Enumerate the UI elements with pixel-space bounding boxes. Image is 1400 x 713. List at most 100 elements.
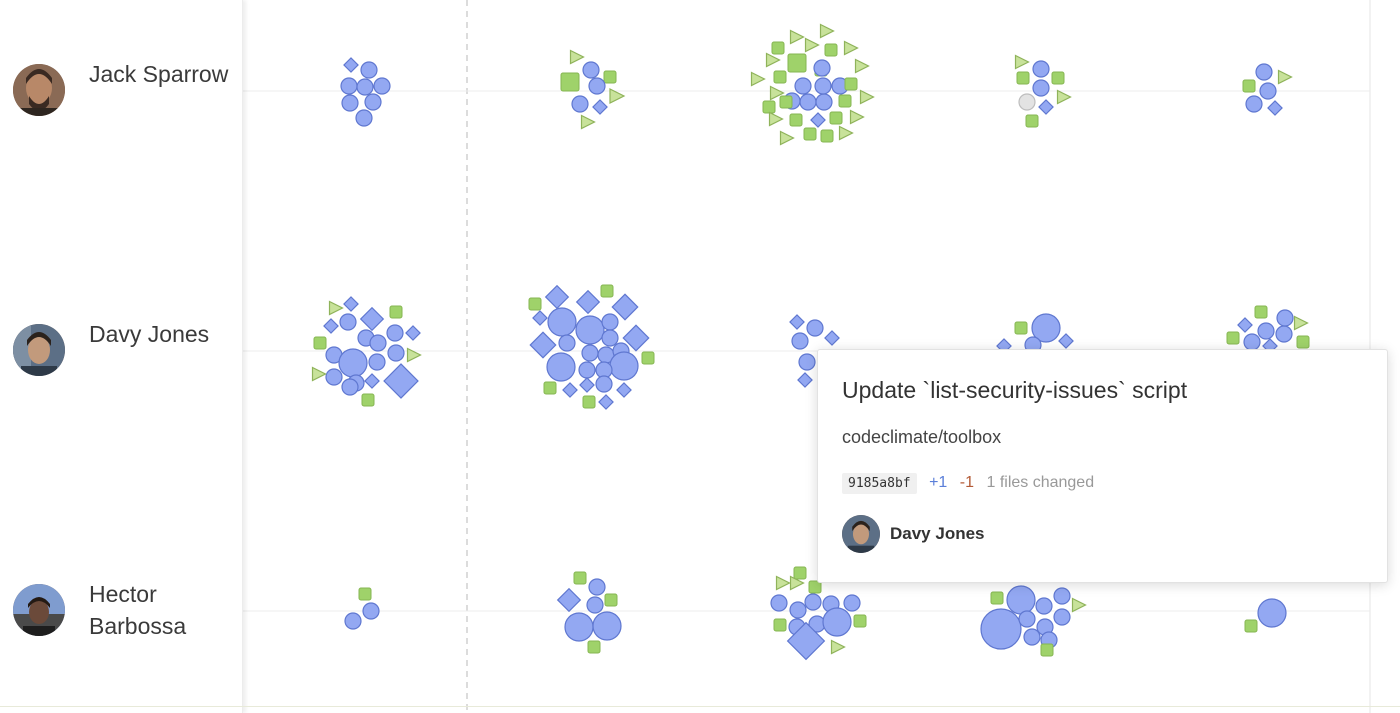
commit-circle[interactable]	[770, 594, 788, 612]
commit-circle[interactable]	[564, 612, 594, 642]
commit-diamond[interactable]	[616, 382, 632, 398]
commit-circle[interactable]	[1018, 610, 1036, 628]
commit-diamond[interactable]	[592, 99, 608, 115]
commit-square[interactable]	[803, 127, 817, 141]
commit-triangle[interactable]	[328, 300, 344, 316]
commit-triangle[interactable]	[775, 575, 791, 591]
commit-circle[interactable]	[794, 77, 812, 95]
commit-circle[interactable]	[588, 578, 606, 596]
commit-triangle[interactable]	[1056, 89, 1072, 105]
commit-diamond[interactable]	[556, 587, 582, 613]
commit-triangle[interactable]	[843, 40, 859, 56]
commit-square[interactable]	[824, 43, 838, 57]
commit-square[interactable]	[361, 393, 375, 407]
commit-square[interactable]	[1244, 619, 1258, 633]
commit-circle[interactable]	[1243, 333, 1261, 351]
commit-circle[interactable]	[578, 361, 596, 379]
commit-sha[interactable]: 9185a8bf	[842, 473, 917, 494]
commit-square[interactable]	[838, 94, 852, 108]
commit-circle[interactable]	[341, 94, 359, 112]
commit-square[interactable]	[600, 284, 614, 298]
commit-square[interactable]	[1296, 335, 1310, 349]
commit-circle[interactable]	[1053, 587, 1071, 605]
commit-square[interactable]	[787, 53, 807, 73]
commit-square[interactable]	[641, 351, 655, 365]
commit-square[interactable]	[1254, 305, 1268, 319]
commit-triangle[interactable]	[779, 130, 795, 146]
commit-square[interactable]	[844, 77, 858, 91]
commit-circle[interactable]	[558, 334, 576, 352]
commit-circle[interactable]	[822, 607, 852, 637]
commit-circle[interactable]	[341, 378, 359, 396]
commit-square[interactable]	[389, 305, 403, 319]
commit-circle[interactable]	[815, 93, 833, 111]
commit-diamond[interactable]	[343, 57, 359, 73]
commit-triangle[interactable]	[849, 109, 865, 125]
commit-square[interactable]	[358, 587, 372, 601]
commit-diamond[interactable]	[598, 394, 614, 410]
person-row-hector-barbossa[interactable]: Hector Barbossa	[0, 550, 242, 670]
commit-square[interactable]	[1051, 71, 1065, 85]
commit-circle[interactable]	[364, 93, 382, 111]
commit-square[interactable]	[573, 571, 587, 585]
commit-square[interactable]	[1016, 71, 1030, 85]
commit-circle[interactable]	[1276, 309, 1294, 327]
commit-square[interactable]	[771, 41, 785, 55]
commit-circle[interactable]	[1035, 597, 1053, 615]
commit-circle[interactable]	[360, 61, 378, 79]
commit-circle[interactable]	[1259, 82, 1277, 100]
commit-diamond[interactable]	[575, 289, 601, 315]
commit-circle[interactable]	[799, 93, 817, 111]
commit-square[interactable]	[1025, 114, 1039, 128]
commit-triangle[interactable]	[819, 23, 835, 39]
commit-circle[interactable]	[325, 368, 343, 386]
commit-square[interactable]	[773, 70, 787, 84]
commit-square[interactable]	[603, 70, 617, 84]
commit-triangle[interactable]	[789, 29, 805, 45]
commit-triangle[interactable]	[768, 111, 784, 127]
commit-diamond[interactable]	[797, 372, 813, 388]
commit-square[interactable]	[789, 113, 803, 127]
commit-circle[interactable]	[356, 78, 374, 96]
commit-circle[interactable]	[547, 307, 577, 337]
commit-diamond[interactable]	[359, 306, 385, 332]
commit-circle[interactable]	[571, 95, 589, 113]
commit-square[interactable]	[793, 566, 807, 580]
commit-triangle[interactable]	[854, 58, 870, 74]
commit-triangle[interactable]	[750, 71, 766, 87]
commit-repo[interactable]: codeclimate/toolbox	[842, 427, 1001, 448]
commit-diamond[interactable]	[544, 284, 570, 310]
commit-square[interactable]	[773, 618, 787, 632]
commit-diamond[interactable]	[611, 293, 639, 321]
commit-circle[interactable]	[1006, 585, 1036, 615]
commit-circle[interactable]	[789, 601, 807, 619]
commit-circle[interactable]	[362, 602, 380, 620]
commit-square[interactable]	[762, 100, 776, 114]
commit-diamond[interactable]	[364, 373, 380, 389]
commit-triangle[interactable]	[1071, 597, 1087, 613]
commit-circle[interactable]	[1257, 322, 1275, 340]
commit-square[interactable]	[560, 72, 580, 92]
commit-diamond[interactable]	[1267, 100, 1283, 116]
commit-triangle[interactable]	[580, 114, 596, 130]
commit-circle[interactable]	[339, 313, 357, 331]
commit-circle[interactable]	[386, 324, 404, 342]
commit-circle[interactable]	[340, 77, 358, 95]
commit-circle[interactable]	[575, 315, 605, 345]
commit-square[interactable]	[1226, 331, 1240, 345]
commit-circle[interactable]	[814, 77, 832, 95]
commit-triangle[interactable]	[765, 52, 781, 68]
commit-circle[interactable]	[344, 612, 362, 630]
commit-square[interactable]	[829, 111, 843, 125]
commit-circle[interactable]	[1275, 325, 1293, 343]
commit-triangle[interactable]	[569, 49, 585, 65]
commit-circle[interactable]	[581, 344, 599, 362]
commit-circle[interactable]	[546, 352, 576, 382]
person-row-jack-sparrow[interactable]: Jack Sparrow	[0, 30, 242, 150]
commit-circle[interactable]	[592, 611, 622, 641]
commit-diamond[interactable]	[1237, 317, 1253, 333]
commit-circle[interactable]	[588, 77, 606, 95]
commit-square[interactable]	[1242, 79, 1256, 93]
commit-circle[interactable]	[368, 353, 386, 371]
commit-triangle[interactable]	[311, 366, 327, 382]
